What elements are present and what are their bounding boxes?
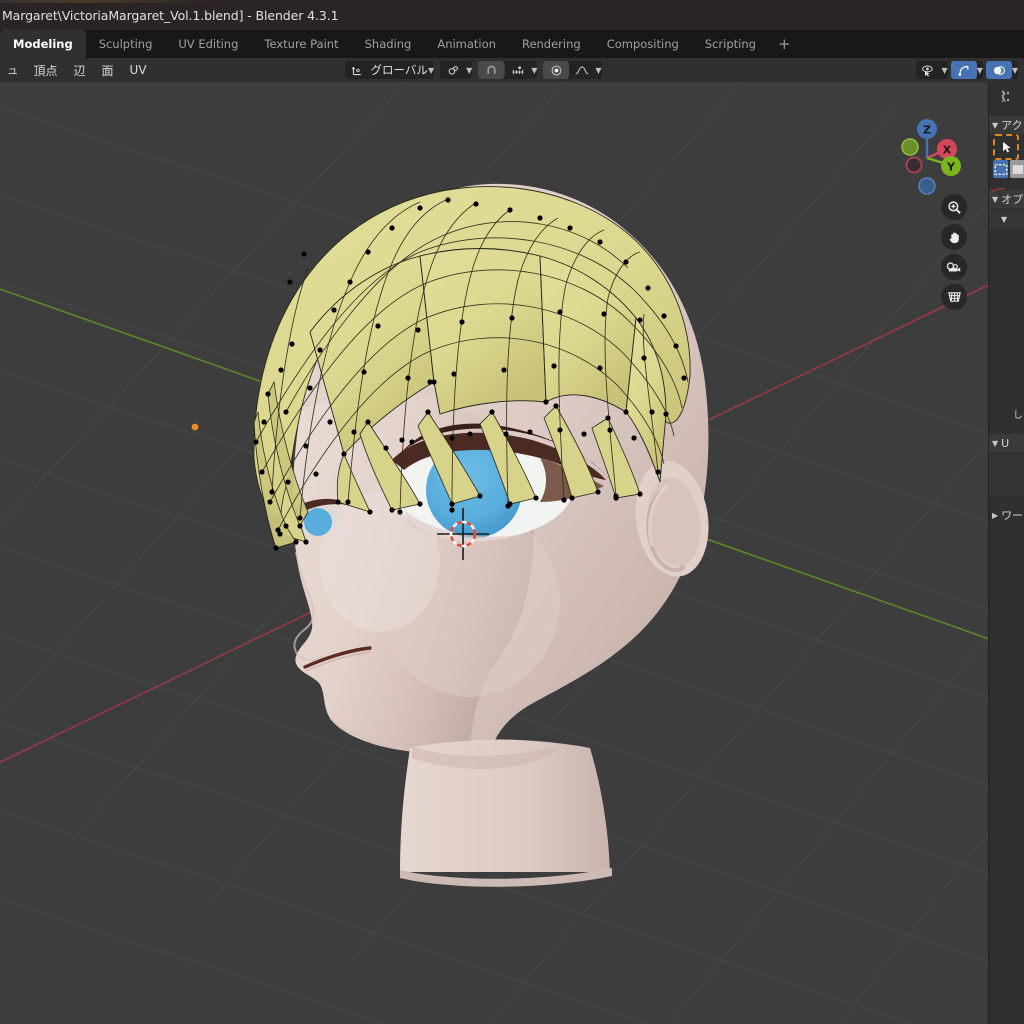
gizmo-toggle[interactable]: ▼ [950,61,983,79]
gizmo-axis-neg-x [905,156,923,174]
magnet-icon[interactable] [478,61,505,79]
viewport-header: ュ 頂点 辺 面 UV グローバル ▼ ▼ ▼ ▼ ▼ ▼ ▼ [0,58,1024,83]
chevron-right-icon: ▶ [992,510,999,520]
vertex-select-mode[interactable]: 頂点 [26,62,66,79]
sidebar-tab-tool[interactable] [989,82,1024,112]
options-value-label: し [1013,409,1023,421]
select-mode-extend-button[interactable] [1010,160,1024,178]
chevron-down-icon: ▼ [466,65,473,75]
tab-rendering[interactable]: Rendering [509,30,594,58]
proportional-editing-controls[interactable]: ▼ [543,61,602,79]
panel-uv-body [989,454,1024,496]
orientation-axes-icon [345,61,371,79]
eye-pointer-icon [916,61,942,79]
svg-text:Y: Y [946,161,956,174]
active-tool-row[interactable] [989,134,1024,160]
edge-select-mode[interactable]: 辺 [66,62,94,79]
proportional-edit-icon[interactable] [543,61,570,79]
zoom-view-button[interactable] [941,194,967,220]
workspace-tab-bar[interactable]: Modeling Sculpting UV Editing Texture Pa… [0,30,1024,58]
panel-options-sub[interactable]: ▼ [989,210,1024,228]
tab-texture-paint[interactable]: Texture Paint [251,30,351,58]
pivot-point-icon [440,61,466,79]
panel-divider [989,180,1024,194]
blender-window: Margaret\VictoriaMargaret_Vol.1.blend] -… [0,0,1024,1024]
transform-orientation-label: グローバル [370,63,428,77]
chevron-down-icon: ▼ [595,65,602,75]
3d-viewport[interactable]: Z X Y [0,82,1024,1024]
add-workspace-button[interactable]: + [769,30,800,58]
chevron-down-icon: ▼ [941,65,948,75]
chevron-down-icon: ▼ [992,120,999,130]
viewport-nav-buttons[interactable] [941,194,971,314]
tab-shading[interactable]: Shading [352,30,425,58]
panel-options-label: オプ [1001,193,1024,206]
snapping-controls[interactable]: ▼ [478,61,538,79]
pan-view-button[interactable] [941,224,967,250]
mesh-menu[interactable]: ュ [0,62,26,78]
tool-tab-icon [1001,90,1010,103]
snap-increment-icon[interactable] [505,61,531,79]
visibility-toggle[interactable]: ▼ [915,61,948,79]
viewport-sidebar[interactable]: ▼ アク ▼ オプ ▼ し ▼ U ▶ ワー [988,82,1024,1024]
panel-uv-label: U [1001,436,1010,450]
tweak-select-box-icon[interactable] [993,134,1019,160]
overlays-icon [985,61,1012,79]
transform-orientation-dropdown[interactable]: グローバル ▼ [344,61,435,79]
tab-scripting[interactable]: Scripting [692,30,769,58]
tab-compositing[interactable]: Compositing [594,30,692,58]
camera-view-button[interactable] [941,254,967,280]
panel-active-tool-label: アク [1001,119,1023,132]
overlays-toggle[interactable]: ▼ [985,61,1018,79]
gizmo-axis-neg-y [901,138,919,156]
window-title: Margaret\VictoriaMargaret_Vol.1.blend] -… [2,7,339,23]
chevron-down-icon: ▼ [976,65,983,75]
tab-animation[interactable]: Animation [424,30,509,58]
options-value-row[interactable]: し [989,402,1024,424]
tab-uv-editing[interactable]: UV Editing [165,30,251,58]
face-select-mode[interactable]: 面 [94,62,122,79]
gizmo-icon [950,61,977,79]
panel-workspace-label: ワー [1001,509,1024,522]
falloff-curve-icon[interactable] [569,61,595,79]
titlebar-accent-strip [0,0,1024,3]
uv-select-mode[interactable]: UV [122,63,155,77]
chevron-down-icon: ▼ [427,65,435,75]
tab-sculpting[interactable]: Sculpting [86,30,166,58]
viewport-scene [0,82,1024,1024]
panel-workspace[interactable]: ▶ ワー [989,506,1024,524]
svg-text:X: X [943,144,952,157]
chevron-down-icon: ▼ [992,438,999,448]
chevron-down-icon: ▼ [1011,65,1018,75]
panel-uv[interactable]: ▼ U [989,434,1024,452]
select-mode-row[interactable] [989,158,1024,180]
title-bar: Margaret\VictoriaMargaret_Vol.1.blend] -… [0,0,1024,30]
tab-modeling[interactable]: Modeling [0,30,86,58]
toggle-orthographic-button[interactable] [941,284,967,310]
panel-active-tool[interactable]: ▼ アク [989,116,1024,134]
chevron-down-icon: ▼ [531,65,538,75]
object-origin-dot [191,423,199,431]
chevron-down-icon: ▼ [992,194,999,204]
pivot-point-dropdown[interactable]: ▼ [440,61,473,79]
navigation-gizmo[interactable]: Z X Y [885,105,985,205]
svg-text:Z: Z [923,124,931,137]
gizmo-axis-neg-z [918,177,936,195]
chevron-down-icon: ▼ [1001,214,1008,224]
select-mode-set-button[interactable] [993,160,1008,178]
